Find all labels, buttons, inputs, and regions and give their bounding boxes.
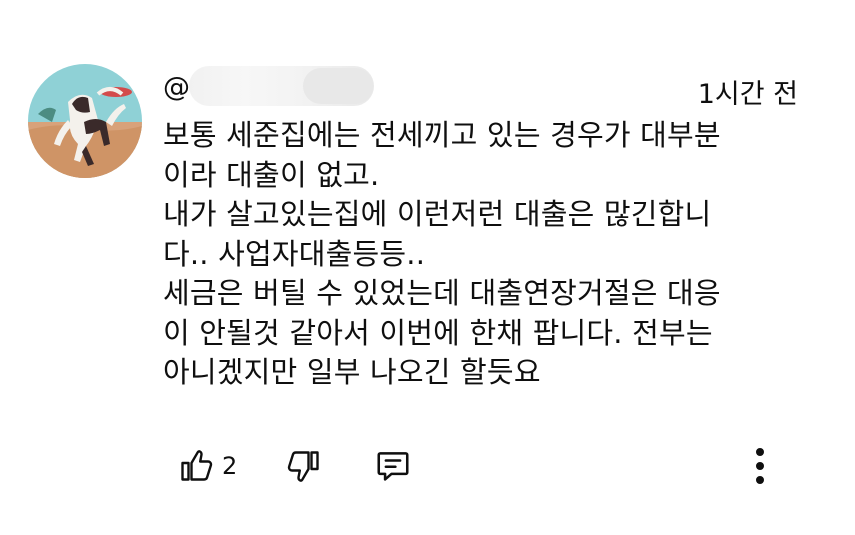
like-button[interactable]: 2 (178, 442, 237, 490)
like-count: 2 (222, 452, 238, 480)
comment-timestamp[interactable]: 1시간 전 (698, 72, 798, 111)
more-options-button[interactable] (746, 442, 774, 490)
author-handle[interactable]: @ (163, 72, 190, 103)
dislike-button[interactable] (286, 442, 322, 490)
reply-button[interactable] (374, 442, 412, 490)
comment-line: 다.. 사업자대출등등.. (163, 236, 426, 271)
avatar-image (28, 64, 142, 178)
comment-line: 내가 살고있는집에 이런저런 대출은 많긴합니 (163, 197, 712, 231)
comment-header: @ 1시간 전 (163, 66, 803, 110)
redacted-username-blob (303, 68, 373, 104)
comment-line: 보통 세준집에는 전세끼고 있는 경우가 대부분 (163, 118, 721, 152)
more-vertical-icon (756, 448, 764, 484)
thumbs-up-icon (181, 450, 213, 481)
comment-text: 보통 세준집에는 전세끼고 있는 경우가 대부분 이라 대출이 없고. 내가 살… (163, 116, 823, 393)
comment-line: 세금은 버틸 수 있었는데 대출연장거절은 대응 (163, 276, 721, 310)
comment-actions: 2 (178, 442, 778, 494)
reply-comment-icon (377, 452, 409, 481)
comment-line: 이라 대출이 없고. (163, 157, 380, 192)
thumbs-down-icon (287, 451, 319, 482)
comment-line: 이 안될것 같아서 이번에 한채 팝니다. 전부는 (163, 315, 713, 350)
avatar[interactable] (28, 64, 142, 178)
comment-line: 아니겠지만 일부 나오긴 할듯요 (163, 355, 541, 389)
